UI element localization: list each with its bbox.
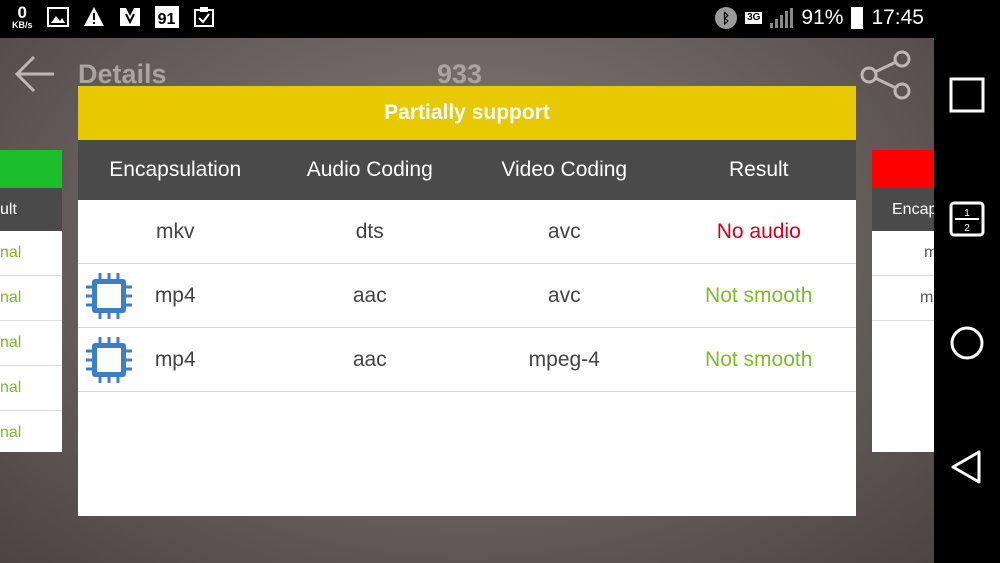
network-type-label: 3G — [747, 12, 761, 23]
left-panel-header: ult — [0, 188, 62, 231]
table-row[interactable]: mp4 aac avc Not smooth — [78, 264, 856, 328]
chip-icon — [86, 273, 132, 319]
table-row[interactable]: mkv dts avc No audio — [78, 200, 856, 264]
warning-icon — [83, 7, 104, 26]
table-row[interactable]: mp4 aac mpeg-4 Not smooth — [78, 328, 856, 392]
split-label-top: 1 — [964, 208, 970, 219]
left-panel-cell: nal — [0, 366, 62, 411]
right-panel-header: Encap — [872, 188, 934, 231]
cell-video-coding: mpeg-4 — [528, 348, 600, 371]
column-header-encapsulation: Encapsulation — [109, 158, 242, 181]
column-header-audio-coding: Audio Coding — [306, 158, 433, 181]
cell-video-coding: avc — [547, 220, 581, 243]
right-result-panel[interactable]: Encap m m — [872, 150, 934, 452]
cell-result: Not smooth — [705, 284, 813, 307]
left-panel-cell: nal — [0, 321, 62, 366]
right-panel-cell: m — [872, 231, 934, 276]
calendar-day: 91 — [157, 11, 176, 28]
battery-icon — [851, 7, 864, 29]
cell-result: No audio — [716, 220, 801, 243]
left-panel-status-bar — [0, 150, 62, 188]
bluetooth-icon: ᛒ — [715, 7, 738, 29]
recents-square-icon[interactable] — [949, 77, 985, 113]
cell-audio-coding: aac — [352, 284, 387, 307]
left-panel-cell: nal — [0, 276, 62, 321]
right-panel-status-bar — [872, 150, 934, 188]
chip-icon — [86, 337, 132, 383]
network-speed-value: 0 — [17, 3, 27, 22]
left-result-panel[interactable]: ult nal nal nal nal nal — [0, 150, 62, 452]
dialog-title: Partially support — [78, 86, 856, 140]
cell-result: Not smooth — [705, 348, 813, 371]
download-notification-icon — [119, 8, 140, 26]
status-bar: 0 KB/s 91 ᛒ 3G 91% 17:45 — [0, 0, 934, 38]
column-header-video-coding: Video Coding — [501, 158, 628, 181]
home-circle-icon[interactable] — [949, 325, 985, 361]
network-speed-unit: KB/s — [12, 20, 33, 30]
left-panel-cell: nal — [0, 231, 62, 276]
support-dialog: Partially support Encapsulation Audio Co… — [78, 86, 856, 516]
table-header: Encapsulation Audio Coding Video Coding … — [78, 140, 856, 200]
network-speed: 0 KB/s — [12, 4, 33, 30]
column-header-result: Result — [728, 158, 789, 181]
cell-audio-coding: aac — [352, 348, 387, 371]
back-triangle-icon[interactable] — [949, 449, 985, 485]
gallery-icon — [46, 7, 69, 27]
left-panel-cell: nal — [0, 411, 62, 452]
network-type-icon: 3G — [745, 12, 763, 24]
back-arrow-icon[interactable] — [14, 54, 56, 94]
navigation-bar: 1 2 — [934, 0, 1000, 563]
battery-percent: 91% — [801, 6, 844, 29]
cell-video-coding: avc — [547, 284, 581, 307]
signal-strength-icon — [770, 8, 794, 28]
share-icon[interactable] — [860, 50, 912, 100]
cell-audio-coding: dts — [355, 220, 384, 243]
clock: 17:45 — [871, 6, 924, 29]
calendar-icon: 91 — [154, 6, 179, 28]
split-label-bottom: 2 — [964, 223, 970, 234]
right-panel-cell: m — [872, 276, 934, 321]
cell-encapsulation: mkv — [156, 220, 195, 243]
split-screen-icon[interactable]: 1 2 — [949, 201, 985, 237]
clipboard-check-icon — [193, 7, 214, 27]
